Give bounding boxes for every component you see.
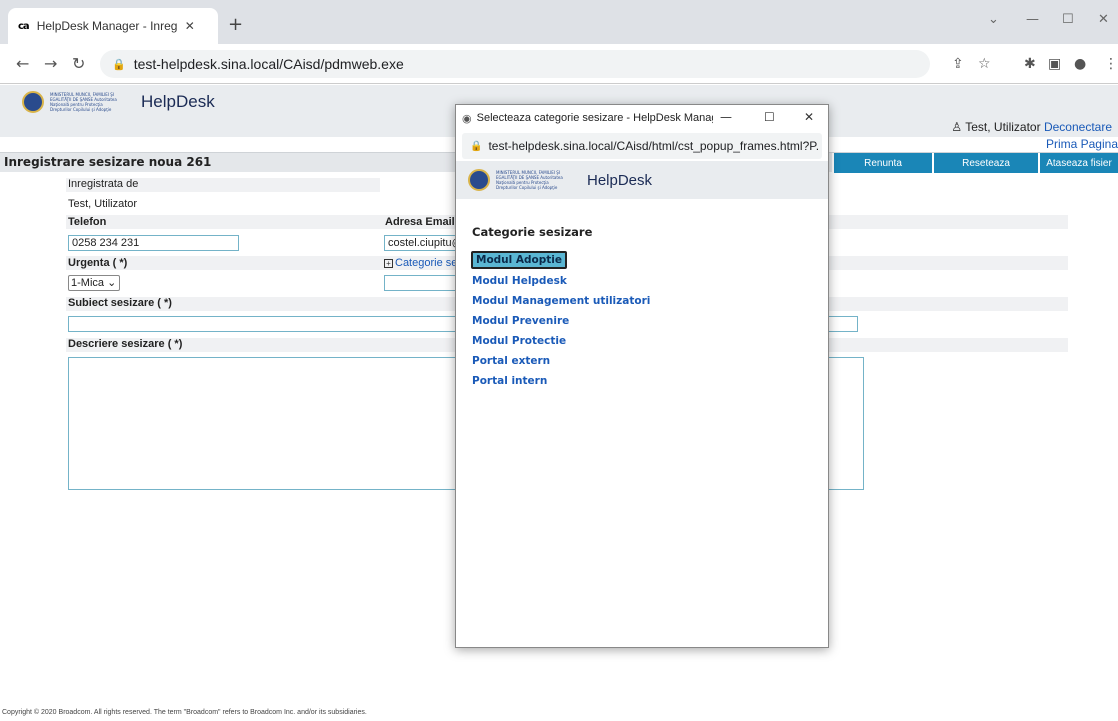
logout-link[interactable]: Deconectare [1044,120,1112,134]
extensions-icon[interactable]: ✱ [1024,56,1036,72]
lock-icon[interactable]: 🔒 [112,58,126,71]
category-link[interactable]: + Categorie se [384,257,457,269]
home-link[interactable]: Prima Pagina [1046,137,1118,151]
ministry-logo: MINISTERUL MUNCII, FAMILIEI ŞI EGALITĂŢI… [22,91,215,113]
email-label: Adresa Email [385,216,455,228]
reset-button[interactable]: Reseteaza [932,153,1038,173]
category-item-adoptie[interactable]: Modul Adoptie [471,251,568,269]
category-link-label: Categorie se [395,257,458,269]
popup-address-bar[interactable]: 🔒 test-helpdesk.sina.local/CAisd/html/cs… [462,133,822,159]
category-item-management[interactable]: Modul Management utilizatori [472,295,650,307]
popup-ministry-text: MINISTERUL MUNCII, FAMILIEI ŞI EGALITĂŢI… [496,170,563,190]
category-heading: Categorie sesizare [472,225,593,239]
page-title: Inregistrare sesizare noua 261 [4,155,212,169]
reload-icon[interactable]: ↻ [72,54,85,73]
subject-label: Subiect sesizare ( *) [68,297,172,309]
expand-plus-icon: + [384,258,393,268]
chevron-down-icon: ⌄ [107,277,117,289]
forward-icon[interactable]: → [44,54,57,73]
category-item-helpdesk[interactable]: Modul Helpdesk [472,275,567,287]
tab-close-icon[interactable]: ✕ [185,19,195,33]
back-icon[interactable]: ← [16,54,29,73]
menu-icon[interactable]: ⋮ [1104,56,1118,72]
phone-label: Telefon [68,216,107,228]
ca-favicon-icon: ca [18,20,30,32]
popup-close-icon[interactable]: ✕ [804,110,814,124]
user-area: ♙ Test, Utilizator Deconectare [951,120,1112,134]
category-item-prevenire[interactable]: Modul Prevenire [472,315,569,327]
category-input[interactable] [384,275,456,291]
registered-by-label: Inregistrata de [68,178,139,190]
popup-title: Selecteaza categorie sesizare - HelpDesk… [476,112,713,124]
user-name: Test, Utilizator [965,120,1041,134]
popup-ministry-logo: MINISTERUL MUNCII, FAMILIEI ŞI EGALITĂŢI… [468,169,652,191]
browser-tab-bar: ca HelpDesk Manager - Inregistrare ✕ + ⌄… [0,0,1118,44]
globe-icon: ◉ [462,111,472,125]
category-item-portal-extern[interactable]: Portal extern [472,355,550,367]
new-tab-icon[interactable]: + [228,16,243,34]
browser-toolbar: ← → ↻ 🔒 test-helpdesk.sina.local/CAisd/p… [0,44,1118,84]
popup-lock-icon: 🔒 [470,140,483,152]
close-window-icon[interactable]: ✕ [1098,12,1109,27]
popup-coat-of-arms-icon [468,169,490,191]
urgency-select[interactable]: 1-Mica ⌄ [68,275,120,291]
address-bar[interactable]: 🔒 test-helpdesk.sina.local/CAisd/pdmweb.… [100,50,930,78]
category-popup-window: ◉ Selecteaza categorie sesizare - HelpDe… [455,104,829,648]
coat-of-arms-icon [22,91,44,113]
copyright-footer: Copyright © 2020 Broadcom. All rights re… [2,709,367,716]
description-label: Descriere sesizare ( *) [68,338,183,350]
url-text: test-helpdesk.sina.local/CAisd/pdmweb.ex… [133,56,404,72]
browser-tab[interactable]: ca HelpDesk Manager - Inregistrare ✕ [8,8,218,44]
phone-input[interactable]: 0258 234 231 [68,235,239,251]
share-icon[interactable]: ⇪ [952,56,964,72]
popup-url-text: test-helpdesk.sina.local/CAisd/html/cst_… [488,139,819,153]
urgency-label: Urgenta ( *) [68,257,128,269]
email-input[interactable]: costel.ciupitu@ [384,235,456,251]
registered-by-value: Test, Utilizator [68,198,138,210]
minimize-icon[interactable]: — [1026,12,1039,27]
popup-maximize-icon[interactable]: ☐ [764,110,775,124]
profile-icon[interactable]: ● [1074,56,1086,72]
category-item-portal-intern[interactable]: Portal intern [472,375,547,387]
popup-app-header: MINISTERUL MUNCII, FAMILIEI ŞI EGALITĂŢI… [456,161,828,199]
attach-file-button[interactable]: Ataseaza fisier [1038,153,1118,173]
popup-minimize-icon[interactable]: — [720,110,732,124]
ministry-text: MINISTERUL MUNCII, FAMILIEI ŞI EGALITĂŢI… [50,92,117,112]
brand-title: HelpDesk [141,92,215,111]
tab-title: HelpDesk Manager - Inregistrare [36,19,177,33]
bookmark-star-icon[interactable]: ☆ [978,56,991,72]
category-item-protectie[interactable]: Modul Protectie [472,335,566,347]
tab-search-icon[interactable]: ⌄ [988,12,999,27]
cancel-button[interactable]: Renunta [832,153,932,173]
popup-brand-title: HelpDesk [587,171,653,189]
maximize-icon[interactable]: ☐ [1062,12,1074,27]
urgency-select-value: 1-Mica [71,277,105,289]
user-icon: ♙ [951,120,963,134]
sidepanel-icon[interactable]: ▣ [1048,56,1061,72]
